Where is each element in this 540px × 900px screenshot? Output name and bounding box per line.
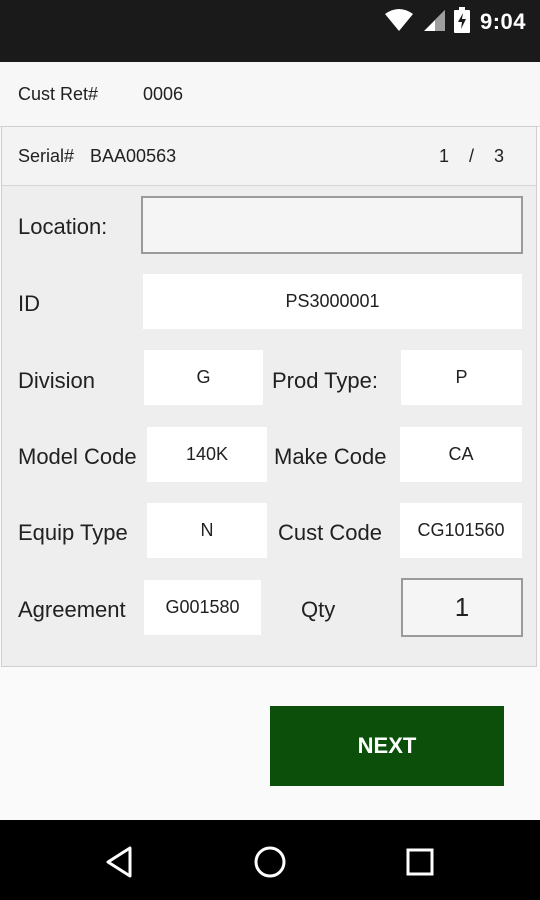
location-label: Location: [18,214,108,239]
qty-input[interactable]: 1 [401,578,523,637]
navigation-bar [0,820,540,900]
id-field[interactable]: PS3000001 [143,274,522,329]
status-icons: 9:04 [384,6,526,38]
cell-signal-icon [422,8,446,37]
location-input[interactable] [141,196,523,254]
model-code-field[interactable]: 140K [147,427,267,482]
equip-type-label: Equip Type [18,520,128,545]
page-total: 3 [493,146,504,166]
serial-row: Serial# BAA00563 1 / 3 [2,127,536,186]
agreement-field[interactable]: G001580 [144,580,261,635]
cust-code-label: Cust Code [278,520,382,545]
agreement-label: Agreement [18,597,126,622]
id-label: ID [18,291,40,316]
model-code-label: Model Code [18,444,137,469]
status-time: 9:04 [479,9,526,34]
cust-ret-value: 0006 [143,83,184,104]
cust-code-field[interactable]: CG101560 [400,503,522,558]
equip-type-field[interactable]: N [147,503,267,558]
wifi-icon [384,8,414,37]
make-code-label: Make Code [274,444,387,469]
back-icon[interactable] [100,842,140,882]
prod-type-label: Prod Type: [272,368,378,393]
pager: 1 / 3 [439,146,504,167]
equipment-card: Serial# BAA00563 1 / 3 Location: ID PS30… [1,126,537,667]
make-code-field[interactable]: CA [400,427,522,482]
prod-type-field[interactable]: P [401,350,522,405]
cust-ret-label: Cust Ret# [18,83,99,104]
division-field[interactable]: G [144,350,263,405]
serial-label: Serial# [18,145,75,166]
page-current: 1 [438,146,449,166]
next-button[interactable]: NEXT [270,706,504,786]
recents-icon[interactable] [400,842,440,882]
battery-icon [453,6,470,38]
status-bar: 9:04 [0,0,540,62]
serial-value: BAA00563 [90,145,177,166]
home-icon[interactable] [250,842,290,882]
page-separator: / [468,146,474,166]
cust-ret-header: Cust Ret# 0006 [0,62,540,127]
division-label: Division [18,368,96,393]
qty-label: Qty [301,597,336,622]
